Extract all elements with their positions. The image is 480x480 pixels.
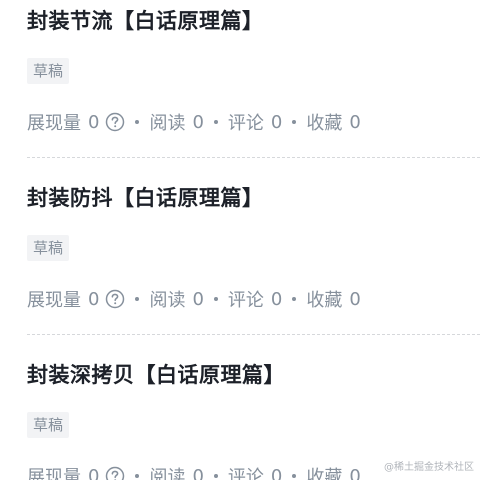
comments-stat: 评论 0 [228,109,282,135]
question-circle-icon[interactable] [105,466,125,480]
watermark: @稀土掘金技术社区 [384,462,474,473]
reads-count: 0 [192,111,204,133]
favorites-count: 0 [349,111,361,133]
favorites-count: 0 [349,288,361,310]
views-stat: 展现量 0 [27,109,125,135]
article-title[interactable]: 封装深拷贝【白话原理篇】 [27,359,285,389]
question-circle-icon[interactable] [105,289,125,309]
article-stats: 展现量 0 阅读 0 评论 0 收藏 0 [27,109,361,135]
article-stats: 展现量 0 阅读 0 评论 0 收藏 0 [27,286,361,312]
comments-label: 评论 [227,113,264,134]
article-title[interactable]: 封装防抖【白话原理篇】 [27,182,264,212]
views-count: 0 [88,288,100,310]
separator-dot [213,297,218,301]
views-count: 0 [88,111,100,133]
favorites-stat: 收藏 0 [306,109,360,135]
favorites-stat: 收藏 0 [306,286,360,312]
views-count: 0 [88,465,100,480]
separator-dot [292,297,297,301]
separator-dot [292,474,297,478]
question-circle-icon[interactable] [105,112,125,132]
article-list: 封装节流【白话原理篇】 草稿 展现量 0 阅读 0 评论 0 收藏 0 封装防抖… [0,0,480,480]
separator-dot [292,120,297,124]
comments-count: 0 [270,465,283,480]
views-stat: 展现量 0 [27,286,125,312]
comments-label: 评论 [227,290,264,311]
favorites-stat: 收藏 0 [306,463,360,480]
reads-count: 0 [192,288,204,310]
item-divider [27,157,480,158]
favorites-label: 收藏 [306,467,343,480]
draft-badge: 草稿 [27,58,70,84]
comments-stat: 评论 0 [228,286,282,312]
reads-stat: 阅读 0 [149,109,203,135]
draft-badge: 草稿 [27,235,70,261]
views-label: 展现量 [27,290,81,311]
comments-stat: 评论 0 [228,463,282,480]
separator-dot [135,474,140,478]
favorites-label: 收藏 [306,290,343,311]
reads-count: 0 [192,465,204,480]
favorites-label: 收藏 [306,113,343,134]
separator-dot [135,120,140,124]
reads-stat: 阅读 0 [149,286,203,312]
favorites-count: 0 [349,465,361,480]
reads-label: 阅读 [149,290,186,311]
reads-label: 阅读 [149,113,186,134]
reads-label: 阅读 [149,467,186,480]
separator-dot [213,474,218,478]
comments-count: 0 [270,111,283,133]
comments-count: 0 [270,288,283,310]
reads-stat: 阅读 0 [149,463,203,480]
views-stat: 展现量 0 [27,463,125,480]
views-label: 展现量 [27,467,81,480]
views-label: 展现量 [27,113,81,134]
article-stats: 展现量 0 阅读 0 评论 0 收藏 0 [27,463,361,480]
draft-badge: 草稿 [27,412,70,438]
comments-label: 评论 [227,467,264,480]
separator-dot [213,120,218,124]
item-divider [27,334,480,335]
separator-dot [135,297,140,301]
article-title[interactable]: 封装节流【白话原理篇】 [27,5,264,35]
